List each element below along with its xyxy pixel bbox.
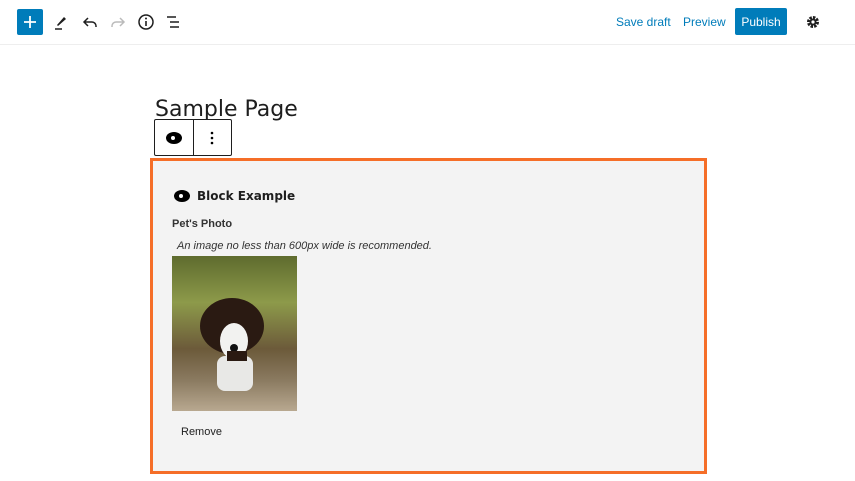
redo-button[interactable]: [105, 9, 131, 35]
undo-icon: [82, 17, 97, 27]
list-view-button[interactable]: [161, 9, 187, 35]
preview-button[interactable]: Preview: [683, 15, 726, 29]
block-header: Block Example: [173, 189, 295, 203]
field-label: Pet's Photo: [172, 218, 233, 230]
pet-photo: [172, 256, 297, 411]
info-icon: [138, 14, 154, 30]
more-vertical-icon: [210, 131, 214, 144]
pencil-icon: [55, 17, 66, 30]
publish-button[interactable]: Publish: [735, 8, 787, 35]
tools-button[interactable]: [48, 9, 74, 35]
block-toolbar: [154, 119, 232, 156]
block-example[interactable]: Block Example Pet's Photo An image no le…: [150, 158, 707, 474]
editor-header: Save draft Preview Publish: [0, 0, 855, 45]
plus-icon: [24, 16, 36, 28]
details-button[interactable]: [133, 9, 159, 35]
dog-image: [200, 298, 264, 391]
redo-icon: [111, 17, 126, 27]
block-logo-icon: [165, 131, 182, 144]
settings-button[interactable]: [800, 9, 826, 35]
list-view-icon: [167, 16, 179, 28]
block-type-button[interactable]: [155, 120, 194, 155]
block-logo-icon: [174, 190, 190, 202]
remove-image-button[interactable]: Remove: [181, 426, 222, 438]
add-block-button[interactable]: [17, 9, 43, 35]
gear-icon: [807, 16, 819, 28]
undo-button[interactable]: [77, 9, 103, 35]
help-text: An image no less than 600px wide is reco…: [177, 240, 432, 252]
block-title: Block Example: [197, 189, 296, 203]
more-options-button[interactable]: [194, 120, 232, 155]
save-draft-button[interactable]: Save draft: [616, 15, 671, 29]
